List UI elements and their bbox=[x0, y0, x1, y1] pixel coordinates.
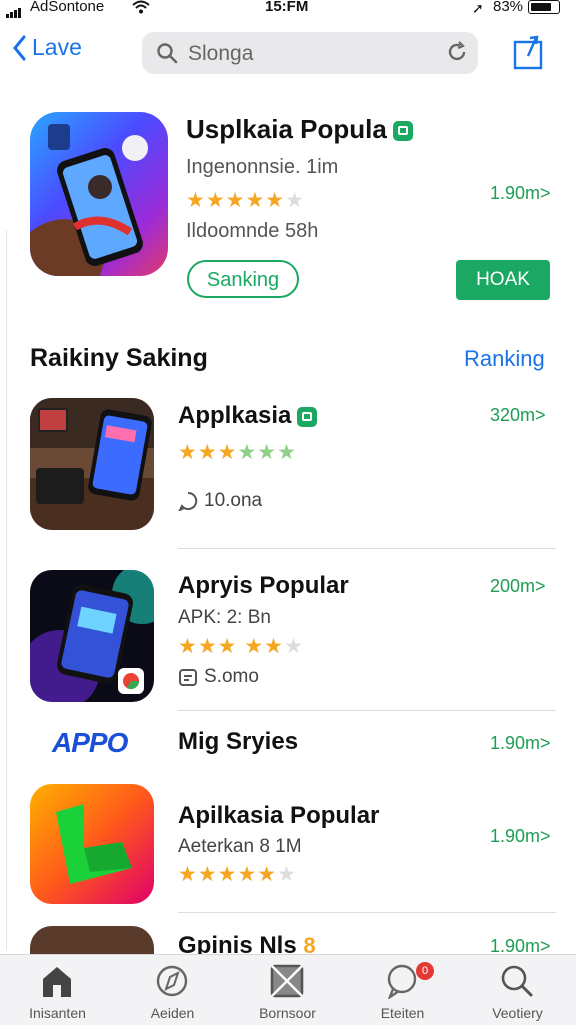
app-rating: ★★★★★★ bbox=[178, 441, 297, 464]
nav-bar: Lave bbox=[0, 28, 576, 80]
app-price: 200m> bbox=[490, 576, 546, 596]
app-subtitle: Aeterkan 8 1M bbox=[178, 836, 302, 857]
tab-messages[interactable]: Eteiten bbox=[345, 955, 460, 1025]
notification-badge: 0 bbox=[416, 962, 434, 980]
carrier-label: AdSontone bbox=[30, 0, 105, 15]
featured-subtitle: Ingenonnsie. 1im bbox=[186, 156, 339, 178]
app-meta: S.omo bbox=[178, 666, 259, 688]
featured-rating: ★★★★★★ bbox=[186, 189, 305, 212]
tab-home[interactable]: Inisanten bbox=[0, 955, 115, 1025]
compass-icon bbox=[156, 965, 188, 997]
tab-explore[interactable]: Aeiden bbox=[115, 955, 230, 1025]
battery-percent: 83% bbox=[493, 0, 524, 15]
scroll-guide bbox=[6, 230, 7, 950]
secondary-button[interactable]: Sanking bbox=[187, 260, 299, 298]
phone-glow-illustration bbox=[30, 570, 154, 702]
search-icon bbox=[157, 43, 178, 64]
appo-logo[interactable]: APPO bbox=[46, 726, 142, 760]
featured-app-icon[interactable] bbox=[30, 112, 168, 276]
app-name[interactable]: Apryis Popular bbox=[178, 572, 349, 600]
featured-detail: Ildoomnde 58h bbox=[186, 220, 319, 242]
share-icon[interactable] bbox=[512, 34, 544, 70]
battery-icon bbox=[528, 0, 560, 14]
tab-box[interactable]: Bornsoor bbox=[230, 955, 345, 1025]
calendar-icon bbox=[179, 669, 197, 686]
box-icon bbox=[270, 964, 304, 998]
back-button[interactable]: Lave bbox=[12, 34, 82, 61]
app-price: 1.90m> bbox=[490, 826, 551, 846]
get-button[interactable]: HOAK bbox=[456, 260, 550, 300]
back-label: Lave bbox=[32, 34, 82, 60]
tab-bar: Inisanten Aeiden Bornsoor Eteiten Veotie… bbox=[0, 954, 576, 1025]
chat-bubble-icon bbox=[178, 491, 198, 511]
signal-icon bbox=[6, 1, 22, 18]
gaming-setup-illustration bbox=[30, 398, 154, 530]
verified-badge-icon bbox=[392, 121, 413, 142]
phone-hand-illustration bbox=[30, 124, 148, 276]
see-all-link[interactable]: Ranking bbox=[464, 346, 545, 372]
search-input[interactable] bbox=[186, 38, 430, 70]
refresh-icon[interactable] bbox=[446, 41, 468, 63]
search-icon bbox=[501, 965, 533, 997]
chevron-left-icon bbox=[13, 35, 26, 60]
location-icon: ➚ bbox=[472, 0, 484, 16]
list-divider bbox=[178, 548, 556, 549]
tab-search[interactable]: Veotiery bbox=[460, 955, 575, 1025]
app-name[interactable]: Apilkasia Popular bbox=[178, 802, 379, 830]
app-icon[interactable] bbox=[30, 784, 154, 904]
wifi-icon bbox=[132, 0, 150, 14]
app-subtitle: APK: 2: Bn bbox=[178, 607, 271, 628]
app-icon[interactable] bbox=[30, 398, 154, 530]
app-meta: 10.ona bbox=[178, 490, 262, 512]
list-divider bbox=[178, 912, 556, 913]
home-icon bbox=[43, 967, 71, 997]
app-price: 320m> bbox=[490, 405, 546, 425]
featured-price: 1.90m> bbox=[490, 183, 551, 203]
app-name[interactable]: Applkasia bbox=[178, 402, 318, 430]
featured-title: Usplkaia Popula bbox=[186, 114, 413, 145]
launcher-logo-illustration bbox=[56, 804, 132, 884]
search-bar[interactable] bbox=[142, 32, 478, 74]
app-rating: ★★★★★★ bbox=[178, 863, 297, 886]
status-bar: AdSontone 15:FM ➚ 83% bbox=[0, 0, 576, 18]
clock: 15:FM bbox=[265, 0, 309, 15]
verified-badge-icon bbox=[297, 406, 318, 427]
app-price: 1.90m> bbox=[490, 733, 551, 753]
app-name[interactable]: Mig Sryies bbox=[178, 728, 298, 756]
app-rating: ★★★ ★★★ bbox=[178, 635, 304, 658]
list-divider bbox=[178, 710, 556, 711]
app-icon[interactable] bbox=[30, 570, 154, 702]
section-title: Raikiny Saking bbox=[30, 344, 208, 372]
